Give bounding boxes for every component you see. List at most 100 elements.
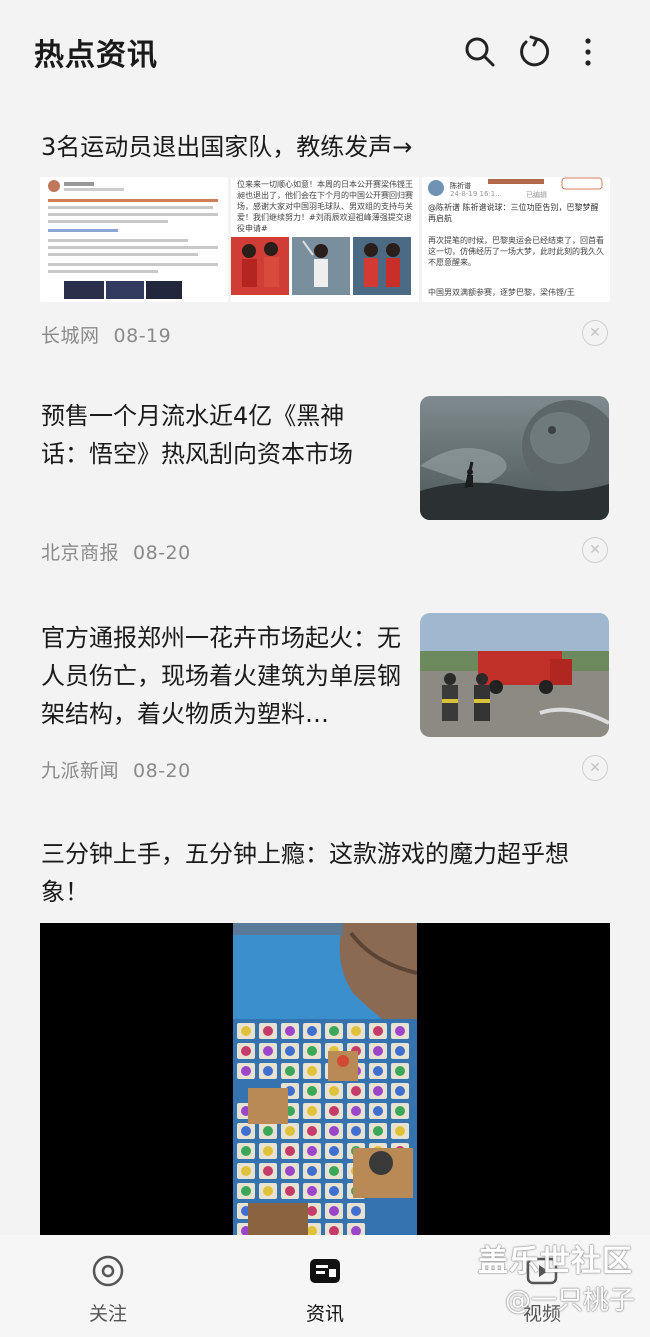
game-gem	[329, 1186, 339, 1196]
dismiss-icon[interactable]: ✕	[582, 320, 608, 346]
watermark-community: 盖乐世社区	[478, 1244, 633, 1279]
news-thumbnail: 陈祈谱 24-8-19 16:1... 已编辑 @陈祈谱 陈祈谱说球：三位功臣告…	[422, 177, 610, 302]
news-title[interactable]: 官方通报郑州一花卉市场起火：无人员伤亡，现场着火建筑为单层钢架结构，着火物质为塑…	[41, 619, 403, 733]
thumbnail-edited: 已编辑	[526, 191, 547, 199]
game-gem	[329, 1026, 339, 1036]
game-gem	[285, 1166, 295, 1176]
game-gem	[373, 1086, 383, 1096]
dismiss-icon[interactable]: ✕	[582, 537, 608, 563]
more-icon[interactable]	[568, 32, 608, 72]
news-meta: 九派新闻 08-20	[41, 756, 191, 783]
news-thumbnail	[420, 613, 609, 737]
game-gem	[241, 1186, 251, 1196]
game-gem	[263, 1026, 273, 1036]
game-gem	[241, 1126, 251, 1136]
game-gem	[329, 1206, 339, 1216]
game-gem	[263, 1146, 273, 1156]
news-source: 九派新闻	[41, 760, 120, 782]
thumbnail-quote: @陈祈谱 陈祈谱说球：三位功臣告别，巴黎梦醒再启航	[428, 203, 599, 223]
game-gem	[351, 1086, 361, 1096]
game-gem	[241, 1066, 251, 1076]
game-gem	[263, 1126, 273, 1136]
news-date: 08-20	[133, 542, 191, 564]
game-gem	[373, 1046, 383, 1056]
thumbnail-footer: 中国男双满额参赛，逐梦巴黎，梁伟铿/王	[428, 288, 575, 297]
game-gem	[329, 1146, 339, 1156]
game-gem	[329, 1126, 339, 1136]
news-thumbnail: 位来来一切顺心如意！本周的日本公开赛梁伟铿王昶也退出了，他们会在下个月的中国公开…	[231, 177, 419, 302]
video-frame	[233, 923, 417, 1235]
news-title[interactable]: 三分钟上手，五分钟上瘾：这款游戏的魔力超乎想象！	[41, 835, 611, 911]
game-gem	[241, 1166, 251, 1176]
video-player[interactable]	[40, 923, 610, 1235]
game-gem	[351, 1026, 361, 1036]
game-gem	[307, 1106, 317, 1116]
game-gem	[263, 1186, 273, 1196]
news-thumbnail	[40, 177, 228, 302]
app-header: 热点资讯	[0, 0, 650, 105]
refresh-icon[interactable]	[514, 32, 554, 72]
game-gem	[285, 1046, 295, 1056]
game-gem	[395, 1106, 405, 1116]
game-gem	[351, 1206, 361, 1216]
game-gem	[373, 1066, 383, 1076]
game-gem	[307, 1026, 317, 1036]
game-gem	[373, 1026, 383, 1036]
game-gem	[395, 1046, 405, 1056]
game-gem	[285, 1146, 295, 1156]
game-gem	[373, 1106, 383, 1116]
news-source: 长城网	[41, 325, 100, 347]
game-gem	[351, 1126, 361, 1136]
game-gem	[351, 1106, 361, 1116]
nav-label: 资讯	[305, 1303, 344, 1325]
nav-item-follow[interactable]: 关注	[48, 1253, 168, 1326]
nav-label: 关注	[88, 1303, 127, 1325]
news-meta: 长城网 08-19	[41, 321, 171, 348]
game-gem	[285, 1066, 295, 1076]
game-gem	[285, 1126, 295, 1136]
game-gem	[329, 1086, 339, 1096]
game-gem	[307, 1186, 317, 1196]
game-gem	[329, 1106, 339, 1116]
thumbnail-body: 再次提笔的时候，巴黎奥运会已经结束了，回首看这一切，仿佛经历了一场大梦，此时此刻…	[428, 236, 604, 267]
news-title[interactable]: 预售一个月流水近4亿《黑神话：悟空》热风刮向资本市场	[41, 397, 391, 473]
game-gem	[263, 1066, 273, 1076]
game-gem	[373, 1126, 383, 1136]
game-gem	[307, 1166, 317, 1176]
thumbnail-date: 24-8-19 16:1...	[450, 190, 502, 198]
news-date: 08-20	[133, 760, 191, 782]
news-source: 北京商报	[41, 542, 120, 564]
news-title[interactable]: 3名运动员退出国家队，教练发声→	[41, 128, 412, 166]
game-gem	[307, 1126, 317, 1136]
watermark-author: @一只桃子	[504, 1286, 635, 1316]
watermark: 盖乐世社区 @一只桃子	[470, 1236, 645, 1326]
game-gem	[285, 1186, 295, 1196]
game-gem	[329, 1166, 339, 1176]
search-icon[interactable]	[460, 32, 500, 72]
game-gem	[307, 1146, 317, 1156]
game-gem	[395, 1126, 405, 1136]
news-image-strip[interactable]: 位来来一切顺心如意！本周的日本公开赛梁伟铿王昶也退出了，他们会在下个月的中国公开…	[40, 177, 610, 302]
news-date: 08-19	[113, 325, 172, 347]
game-gem	[307, 1206, 317, 1216]
game-gem	[263, 1166, 273, 1176]
news-icon	[307, 1253, 343, 1289]
game-gem	[241, 1146, 251, 1156]
game-gem	[285, 1026, 295, 1036]
nav-item-news[interactable]: 资讯	[265, 1253, 385, 1326]
dismiss-icon[interactable]: ✕	[582, 755, 608, 781]
news-thumbnail	[420, 396, 609, 520]
target-icon	[90, 1253, 126, 1289]
news-app: 热点资讯 3名运动员退出国家队，教练发声→ 位来来一切顺心如意！本周的日本公开赛…	[0, 0, 650, 1337]
game-gem	[241, 1026, 251, 1036]
game-gem	[395, 1086, 405, 1096]
game-gem	[263, 1046, 273, 1056]
game-gem	[307, 1086, 317, 1096]
game-gem	[395, 1066, 405, 1076]
news-meta: 北京商报 08-20	[41, 538, 191, 565]
game-gem	[307, 1046, 317, 1056]
page-title: 热点资讯	[34, 38, 158, 73]
game-gem	[395, 1026, 405, 1036]
game-gem	[241, 1046, 251, 1056]
game-gem	[307, 1066, 317, 1076]
